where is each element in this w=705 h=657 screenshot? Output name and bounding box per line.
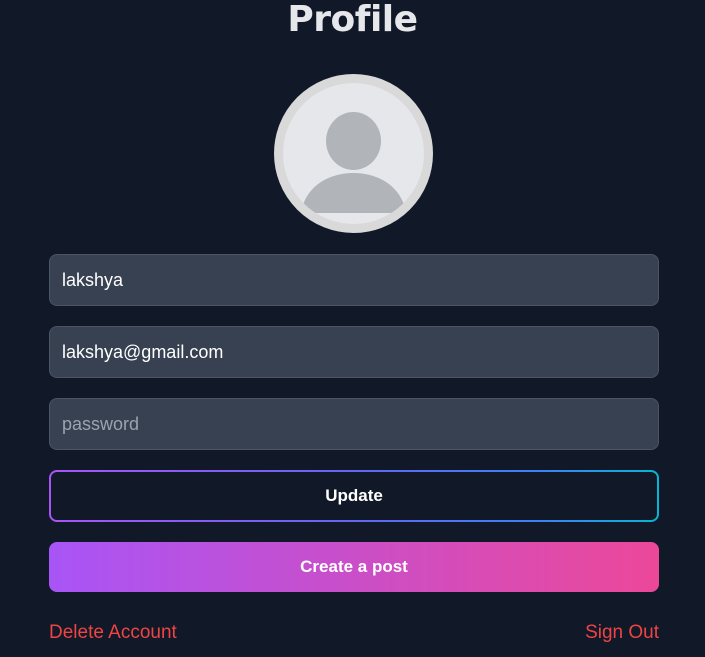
profile-page: Profile Update Create a post Delete Acco… — [0, 0, 705, 657]
profile-avatar[interactable] — [274, 74, 433, 233]
username-input[interactable] — [49, 254, 659, 306]
email-input[interactable] — [49, 326, 659, 378]
sign-out-link[interactable]: Sign Out — [585, 621, 659, 645]
delete-account-link[interactable]: Delete Account — [49, 621, 177, 645]
update-button[interactable]: Update — [49, 470, 659, 522]
create-post-button[interactable]: Create a post — [49, 542, 659, 592]
update-button-label: Update — [51, 472, 657, 520]
page-title: Profile — [287, 0, 418, 40]
create-post-button-label: Create a post — [300, 557, 408, 576]
password-input[interactable] — [49, 398, 659, 450]
user-silhouette-icon — [283, 83, 424, 224]
